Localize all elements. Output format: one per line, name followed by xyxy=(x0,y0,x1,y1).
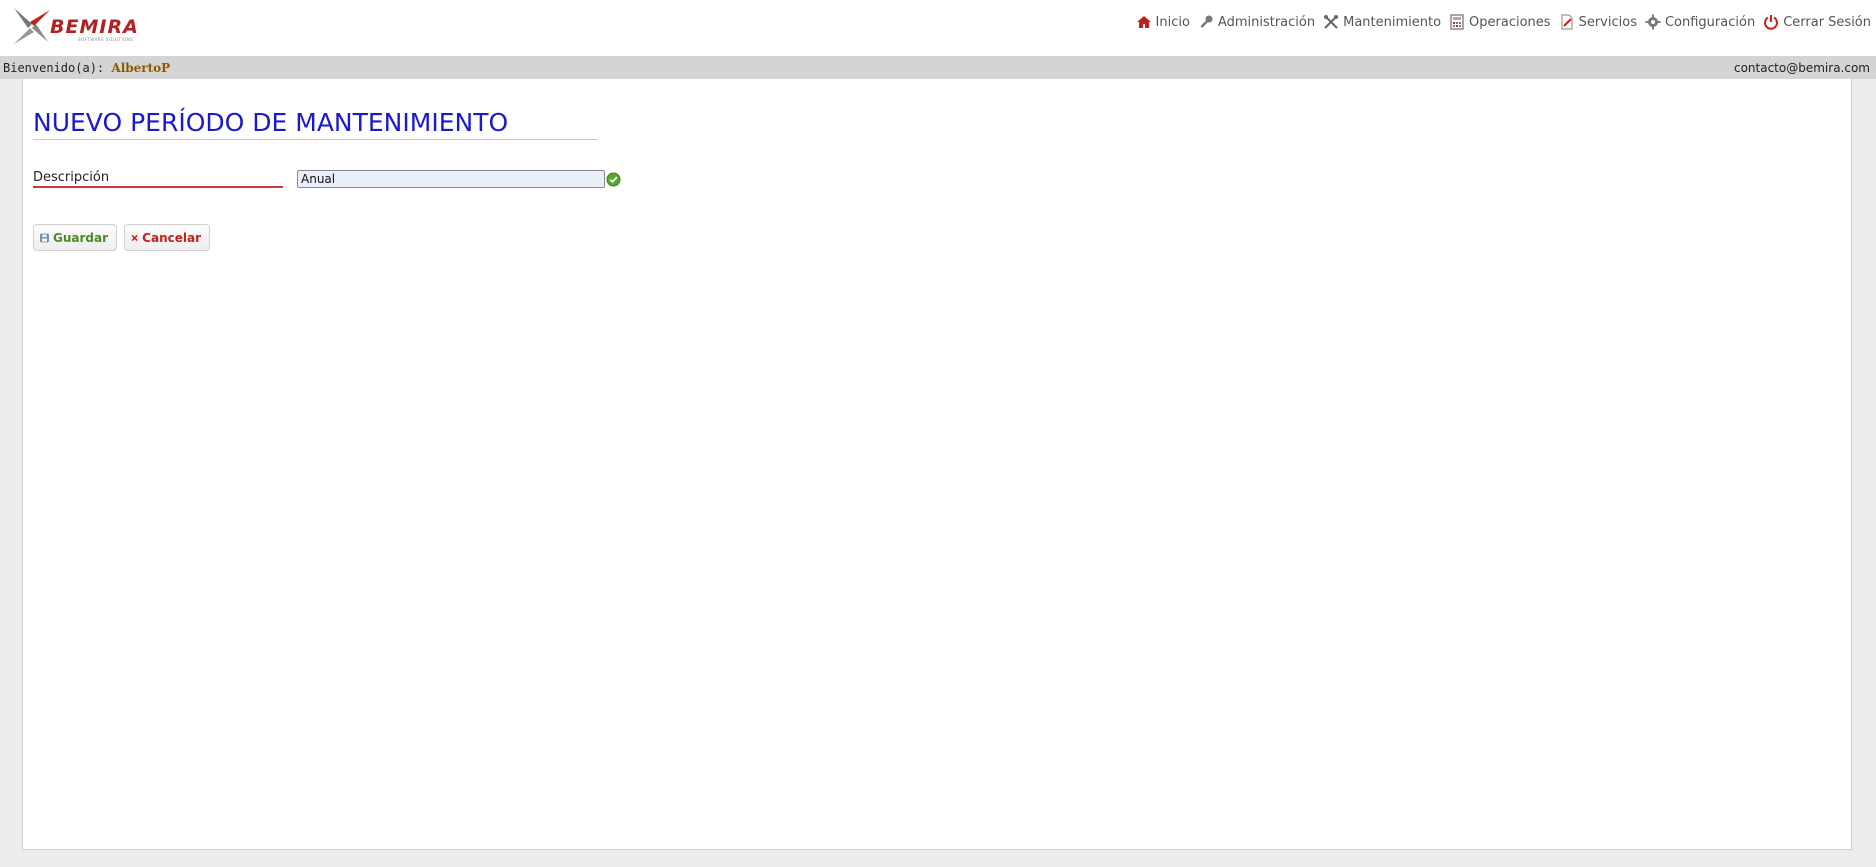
check-valid-icon xyxy=(606,172,621,187)
nav-administracion[interactable]: Administración xyxy=(1198,14,1315,30)
nav-configuracion-label: Configuración xyxy=(1664,14,1756,30)
save-button-label: Guardar xyxy=(52,230,108,245)
save-button[interactable]: Guardar xyxy=(33,224,117,251)
user-bar: Bienvenido(a): AlbertoP contacto@bemira.… xyxy=(0,56,1876,79)
description-input[interactable] xyxy=(297,170,605,188)
floppy-disk-icon xyxy=(40,233,49,242)
nav-operaciones[interactable]: Operaciones xyxy=(1449,14,1551,30)
key-icon xyxy=(1200,15,1213,28)
power-icon xyxy=(1764,15,1779,30)
welcome-message: Bienvenido(a): AlbertoP xyxy=(3,61,170,75)
cancel-button-label: Cancelar xyxy=(142,230,201,245)
description-label: Descripción xyxy=(33,170,283,188)
nav-mantenimiento-label: Mantenimiento xyxy=(1343,14,1442,30)
nav-mantenimiento[interactable]: Mantenimiento xyxy=(1323,14,1441,30)
nav-administracion-label: Administración xyxy=(1217,14,1316,30)
page-title: NUEVO PERÍODO DE MANTENIMIENTO xyxy=(33,107,598,140)
nav-inicio[interactable]: Inicio xyxy=(1136,14,1190,30)
top-header: BEMIRA SOFTWARE SOLUTIONS Inicio Adminis… xyxy=(0,0,1876,56)
cancel-button[interactable]: Cancelar xyxy=(124,224,210,251)
main-content: NUEVO PERÍODO DE MANTENIMIENTO Descripci… xyxy=(22,79,1852,850)
nav-servicios[interactable]: Servicios xyxy=(1559,14,1637,30)
logo-mark-icon xyxy=(14,8,50,44)
calculator-icon xyxy=(1450,14,1464,30)
main-nav: Inicio Administración Mantenimiento Oper… xyxy=(1136,14,1871,30)
nav-cerrar-sesion-label: Cerrar Sesión xyxy=(1783,14,1871,30)
nav-operaciones-label: Operaciones xyxy=(1469,14,1551,30)
home-icon xyxy=(1136,16,1151,28)
document-edit-icon xyxy=(1560,14,1573,30)
logo-subtitle: SOFTWARE SOLUTIONS xyxy=(78,37,134,42)
bemira-logo[interactable]: BEMIRA SOFTWARE SOLUTIONS xyxy=(12,6,142,48)
nav-cerrar-sesion[interactable]: Cerrar Sesión xyxy=(1763,14,1871,30)
logo-text: BEMIRA xyxy=(50,16,139,38)
contact-email[interactable]: contacto@bemira.com xyxy=(1734,61,1870,75)
welcome-label: Bienvenido(a): xyxy=(3,61,105,75)
username: AlbertoP xyxy=(111,61,171,75)
nav-inicio-label: Inicio xyxy=(1155,14,1190,30)
nav-configuracion[interactable]: Configuración xyxy=(1645,14,1755,30)
gear-icon xyxy=(1645,14,1661,30)
tools-icon xyxy=(1324,15,1339,29)
nav-servicios-label: Servicios xyxy=(1578,14,1637,30)
close-icon xyxy=(131,234,138,241)
